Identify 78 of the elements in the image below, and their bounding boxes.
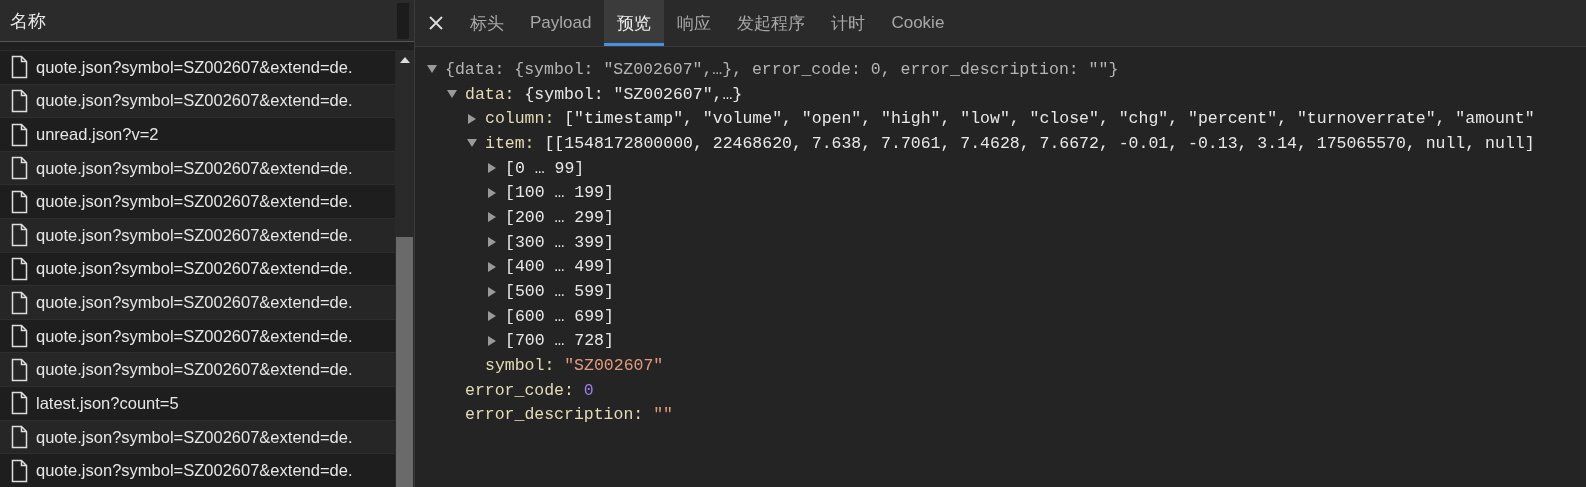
json-summary: [400 … 499] (505, 257, 614, 277)
request-row[interactable]: quote.json?symbol=SZ002607&extend=de. (0, 285, 395, 319)
column-header[interactable]: 名称 (0, 0, 414, 42)
collapsed-triangle-icon[interactable] (487, 163, 497, 174)
tab[interactable]: 预览 (604, 0, 665, 46)
json-key: error_description: (465, 405, 654, 425)
tab[interactable]: 计时 (818, 0, 879, 46)
collapsed-triangle-icon[interactable] (487, 335, 497, 346)
request-name: quote.json?symbol=SZ002607&extend=de. (36, 225, 353, 245)
json-summary: ["timestamp", "volume", "open", "high", "low", "close", "chg", "percent", "turnoverrate", "amount" (564, 109, 1535, 129)
close-icon (429, 16, 443, 30)
scrollbar[interactable] (395, 50, 414, 487)
request-name: quote.json?symbol=SZ002607&extend=de. (36, 91, 353, 111)
json-key: item: (485, 133, 545, 153)
request-name: quote.json?symbol=SZ002607&extend=de. (36, 259, 353, 279)
tab[interactable]: Cookie (878, 0, 958, 46)
json-value: 0 (583, 380, 594, 400)
request-row[interactable]: quote.json?symbol=SZ002607&extend=de. (0, 83, 395, 118)
file-icon (11, 324, 28, 349)
tab[interactable]: Payload (517, 0, 605, 46)
tab[interactable]: 发起程序 (724, 0, 819, 46)
file-icon (11, 391, 28, 416)
json-summary: [100 … 199] (505, 183, 614, 203)
collapsed-triangle-icon[interactable] (487, 212, 497, 223)
tab[interactable]: 响应 (664, 0, 725, 46)
json-summary: [300 … 399] (505, 232, 614, 252)
request-row[interactable]: quote.json?symbol=SZ002607&extend=de. (0, 218, 395, 252)
request-row[interactable]: quote.json?symbol=SZ002607&extend=de. (0, 352, 395, 387)
file-icon (11, 156, 28, 181)
file-icon (11, 458, 28, 483)
request-name: quote.json?symbol=SZ002607&extend=de. (36, 427, 353, 447)
json-summary: [[1548172800000, 22468620, 7.638, 7.7061, 7.4628, 7.6672, -0.01, -0.13, 3.14, 175065570, null, null] (544, 133, 1535, 153)
collapsed-triangle-icon[interactable] (487, 286, 497, 297)
request-name: quote.json?symbol=SZ002607&extend=de. (36, 57, 353, 77)
expanded-triangle-icon[interactable] (447, 89, 457, 100)
json-summary: [700 … 728] (505, 331, 614, 351)
json-summary: [500 … 599] (505, 282, 614, 302)
collapsed-triangle-icon[interactable] (487, 261, 497, 272)
json-key: column: (485, 109, 565, 129)
request-name: unread.json?v=2 (36, 125, 159, 144)
collapsed-triangle-icon[interactable] (487, 187, 497, 198)
column-header-label: 名称 (9, 9, 46, 33)
json-value: "SZ002607" (564, 356, 664, 376)
file-icon (11, 88, 28, 113)
request-name: latest.json?count=5 (36, 393, 179, 413)
json-summary: [200 … 299] (505, 207, 614, 227)
request-name: quote.json?symbol=SZ002607&extend=de. (36, 158, 353, 178)
file-icon (11, 425, 28, 449)
request-name: quote.json?symbol=SZ002607&extend=de. (36, 360, 353, 380)
file-icon (11, 357, 28, 382)
file-icon (11, 256, 28, 281)
expanded-triangle-icon[interactable] (427, 64, 437, 75)
collapsed-triangle-icon[interactable] (467, 113, 477, 124)
file-icon (11, 122, 28, 147)
file-icon (11, 189, 28, 214)
file-icon (11, 223, 28, 248)
json-key: data: (465, 84, 525, 104)
json-summary: [600 … 699] (505, 306, 614, 326)
scroll-up-icon[interactable] (399, 56, 410, 64)
json-summary: {symbol: "SZ002607",…} (524, 84, 743, 104)
json-summary: {data: {symbol: "SZ002607",…}, error_code: 0, error_description: ""} (445, 59, 1119, 79)
request-name: quote.json?symbol=SZ002607&extend=de. (36, 293, 353, 313)
collapsed-triangle-icon[interactable] (487, 311, 497, 322)
json-summary: [0 … 99] (505, 158, 585, 178)
request-row[interactable]: quote.json?symbol=SZ002607&extend=de. (0, 150, 395, 185)
request-name: quote.json?symbol=SZ002607&extend=de. (36, 192, 353, 212)
collapsed-triangle-icon[interactable] (487, 237, 497, 248)
file-icon (11, 290, 28, 315)
request-row[interactable]: quote.json?symbol=SZ002607&extend=de. (0, 419, 395, 454)
json-key: symbol: (485, 356, 565, 376)
json-value: "" (653, 405, 673, 425)
file-icon (11, 55, 28, 80)
tab[interactable]: 标头 (457, 0, 517, 46)
expanded-triangle-icon[interactable] (467, 138, 477, 149)
scrollbar-thumb[interactable] (396, 237, 413, 487)
json-key: error_code: (465, 380, 584, 400)
request-name: quote.json?symbol=SZ002607&extend=de. (36, 461, 353, 481)
request-name: quote.json?symbol=SZ002607&extend=de. (36, 326, 353, 346)
